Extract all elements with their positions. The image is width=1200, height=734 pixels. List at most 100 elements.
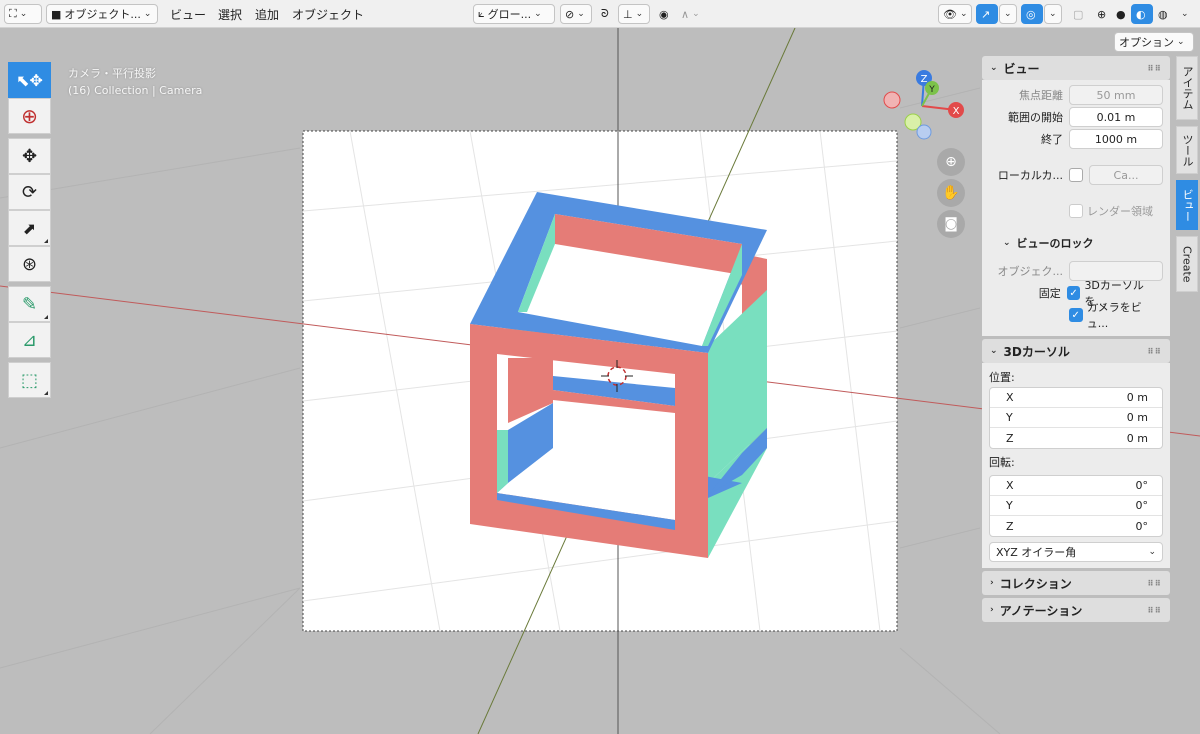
material-shading-button[interactable]: ◐ — [1131, 4, 1153, 24]
rendered-shading-button[interactable]: ◍ — [1153, 4, 1173, 24]
chevron-down-icon: ⌄ — [1148, 547, 1156, 557]
menu-object[interactable]: オブジェクト — [292, 6, 364, 23]
orientation-icon: ⟀ — [478, 7, 485, 20]
xray-toggle[interactable]: ▢ — [1068, 4, 1088, 24]
menu-select[interactable]: 選択 — [218, 6, 242, 23]
transform-tool[interactable]: ⊛ — [8, 246, 51, 282]
mode-select[interactable]: ■ オブジェクト... ⌄ — [46, 4, 158, 24]
tab-create[interactable]: Create — [1176, 236, 1198, 292]
editor-type-icon: ⛶ — [9, 7, 17, 20]
measure-tool[interactable]: ⊿ — [8, 322, 51, 358]
cursor-panel-header[interactable]: ⌄ 3Dカーソル ⠿⠿ — [982, 339, 1170, 363]
drag-grip-icon[interactable]: ⠿⠿ — [1148, 64, 1163, 73]
sidebar-panel: ⌄ ビュー ⠿⠿ 焦点距離 50 mm 範囲の開始 0.01 m 終了 1000 m … — [982, 56, 1170, 626]
overlay-toggle[interactable]: ◎ — [1021, 4, 1043, 24]
tab-view[interactable]: ビュー — [1176, 180, 1198, 230]
options-button[interactable]: オプション ⌄ — [1114, 32, 1194, 52]
move-tool[interactable]: ✥ — [8, 138, 51, 174]
local-camera-label: ローカルカ... — [997, 169, 1063, 182]
tool-shelf: ⬉✥ ⊕ — [8, 62, 51, 134]
chevron-down-icon: ⌄ — [1004, 9, 1012, 19]
drag-grip-icon[interactable]: ⠿⠿ — [1148, 347, 1163, 356]
rotation-mode-select[interactable]: XYZ オイラー角 ⌄ — [989, 542, 1163, 562]
add-cube-tool[interactable]: ⬚ — [8, 362, 51, 398]
focal-length-field[interactable]: 50 mm — [1069, 85, 1163, 105]
pivot-select[interactable]: ⊘ ⌄ — [560, 4, 592, 24]
chevron-down-icon: ⌄ — [1177, 37, 1185, 47]
hollow-cube-object[interactable] — [470, 192, 767, 558]
location-label: 位置: — [989, 371, 1015, 384]
editor-type-button[interactable]: ⛶ ⌄ — [4, 4, 42, 24]
render-region-checkbox[interactable] — [1069, 204, 1083, 218]
rotation-z-field[interactable]: Z 0° — [990, 516, 1162, 536]
rotate-tool[interactable]: ⟳ — [8, 174, 51, 210]
chevron-down-icon: ⌄ — [990, 346, 998, 356]
visibility-select[interactable]: 👁 ⌄ — [938, 4, 972, 24]
wireframe-shading-button[interactable]: ⊕ — [1092, 4, 1112, 24]
rotation-x-field[interactable]: X 0° — [990, 476, 1162, 496]
collection-panel-header[interactable]: › コレクション ⠿⠿ — [982, 571, 1170, 595]
select-move-tool[interactable]: ⬉✥ — [8, 62, 51, 98]
proportional-edit-toggle[interactable]: ◉ — [654, 4, 676, 24]
local-camera-checkbox[interactable] — [1069, 168, 1083, 182]
drag-grip-icon[interactable]: ⠿⠿ — [1148, 579, 1163, 588]
scale-tool[interactable]: ⬈ — [8, 210, 51, 246]
rotate-icon: ⟳ — [21, 181, 38, 203]
object-mode-icon: ■ — [51, 7, 62, 21]
collection-panel-title: コレクション — [999, 576, 1072, 591]
render-region-label: レンダー領域 — [1087, 205, 1153, 218]
gizmo-x-label: X — [953, 106, 960, 117]
options-label: オプション — [1119, 36, 1174, 49]
scale-icon: ⬈ — [22, 218, 37, 238]
axis-label: X — [1006, 479, 1014, 492]
overlay-dropdown[interactable]: ⌄ — [1044, 4, 1062, 24]
gizmo-toggle[interactable]: ↗ — [976, 4, 998, 24]
tab-item[interactable]: アイテム — [1176, 56, 1198, 120]
chevron-down-icon: ⌄ — [1049, 9, 1057, 19]
lock-object-label: オブジェク... — [997, 265, 1064, 278]
chevron-down-icon: ⌄ — [959, 9, 968, 19]
gizmo-dropdown[interactable]: ⌄ — [999, 4, 1017, 24]
cursor-tool[interactable]: ⊕ — [8, 98, 51, 134]
header-bar: ⛶ ⌄ ■ オブジェクト... ⌄ ビュー 選択 追加 オブジェクト ⟀ グロー.… — [0, 0, 1200, 28]
rotation-y-field[interactable]: Y 0° — [990, 496, 1162, 516]
pan-button[interactable]: ✋ — [937, 179, 965, 207]
chevron-down-icon: ⌄ — [692, 9, 700, 19]
mode-label: オブジェクト... — [64, 8, 141, 21]
snap-target-select[interactable]: ⊥ ⌄ — [618, 4, 650, 24]
lock-camera-label: カメラをビュ... — [1086, 301, 1142, 330]
shading-dropdown[interactable]: ⌄ — [1176, 4, 1196, 24]
annotate-tools: ✎ ⊿ — [8, 286, 51, 358]
location-z-field[interactable]: Z 0 m — [990, 428, 1162, 448]
annotate-tool[interactable]: ✎ — [8, 286, 51, 322]
snap-toggle[interactable]: ᘐ — [596, 4, 618, 24]
tab-tool[interactable]: ツール — [1176, 126, 1198, 174]
axis-label: Z — [1006, 519, 1014, 533]
transform-orientation-select[interactable]: ⟀ グロー... ⌄ — [473, 4, 555, 24]
view-panel-header[interactable]: ⌄ ビュー ⠿⠿ — [982, 56, 1170, 80]
view-lock-subheader[interactable]: ⌄ ビューのロック — [989, 232, 1163, 254]
location-y-field[interactable]: Y 0 m — [990, 408, 1162, 428]
clip-end-field[interactable]: 1000 m — [1069, 129, 1163, 149]
location-x-field[interactable]: X 0 m — [990, 388, 1162, 408]
gizmo-icon: ↗ — [981, 7, 991, 21]
camera-view-button[interactable]: ◙ — [937, 210, 965, 238]
annotation-panel-header[interactable]: › アノテーション ⠿⠿ — [982, 598, 1170, 622]
lock-label: 固定 — [1038, 287, 1061, 300]
menu-add[interactable]: 追加 — [255, 6, 279, 23]
cursor-panel-title: 3Dカーソル — [1003, 344, 1070, 359]
snap-icon: ᘐ — [601, 7, 609, 20]
chevron-down-icon: ⌄ — [19, 9, 28, 19]
menu-view[interactable]: ビュー — [170, 6, 206, 23]
local-camera-field[interactable]: Ca... — [1089, 165, 1163, 185]
clip-start-field[interactable]: 0.01 m — [1069, 107, 1163, 127]
lock-camera-checkbox[interactable]: ✓ — [1068, 308, 1083, 322]
cube-through-left-side — [497, 430, 508, 493]
zoom-button[interactable]: ⊕ — [937, 148, 965, 176]
solid-shading-button[interactable]: ● — [1111, 4, 1131, 24]
lock-3dcursor-checkbox[interactable]: ✓ — [1066, 286, 1081, 300]
chevron-down-icon: ⌄ — [1003, 238, 1011, 248]
axis-value: 0° — [1135, 479, 1149, 492]
falloff-select[interactable]: ∧ ⌄ — [676, 4, 708, 24]
drag-grip-icon[interactable]: ⠿⠿ — [1148, 606, 1163, 615]
